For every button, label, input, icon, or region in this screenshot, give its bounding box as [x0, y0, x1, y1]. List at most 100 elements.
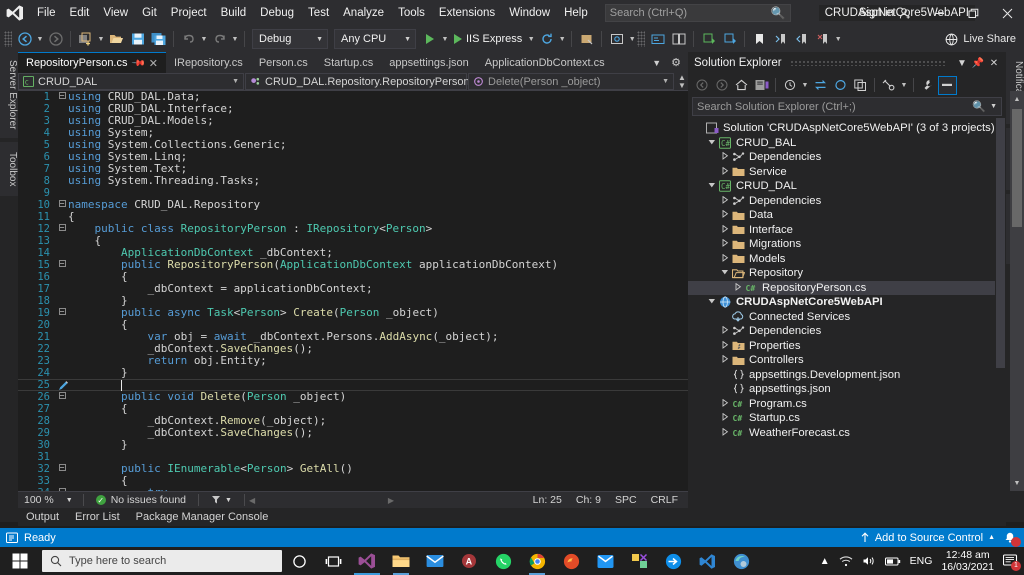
panel-drag-grip[interactable]: [789, 60, 946, 66]
solution-tree-item[interactable]: Connected Services: [688, 310, 1006, 325]
chevron-down-icon-11[interactable]: ▼: [990, 103, 997, 110]
undo-button[interactable]: [178, 28, 199, 50]
notification-bell-icon[interactable]: [1003, 530, 1021, 547]
menu-analyze[interactable]: Analyze: [336, 0, 391, 26]
properties-icon[interactable]: [918, 76, 937, 95]
tab-settings-icon[interactable]: ⚙: [666, 56, 686, 69]
menu-file[interactable]: File: [30, 0, 63, 26]
open-file-button[interactable]: [106, 28, 127, 50]
start-iis-express-button[interactable]: IIS Express: [450, 28, 526, 50]
menu-extensions[interactable]: Extensions: [432, 0, 502, 26]
restore-button[interactable]: [956, 0, 990, 26]
step-over-button[interactable]: [719, 28, 740, 50]
quick-launch-search[interactable]: Search (Ctrl+Q) 🔍: [604, 4, 791, 22]
fold-collapse-icon[interactable]: −: [56, 307, 68, 319]
collapse-all-icon[interactable]: [851, 76, 870, 95]
tab-person-cs[interactable]: Person.cs: [251, 52, 316, 73]
solution-explorer-scrollbar[interactable]: [995, 118, 1006, 508]
menu-git[interactable]: Git: [135, 0, 164, 26]
clear-bookmarks-button[interactable]: [812, 28, 833, 50]
editor-scroll-thumb[interactable]: [1012, 109, 1022, 227]
chevron-collapsed-icon[interactable]: [718, 224, 731, 235]
live-share-button[interactable]: Live Share: [945, 32, 1016, 46]
refresh-icon-2[interactable]: [831, 76, 850, 95]
sign-in-button[interactable]: Sign in: [849, 7, 922, 20]
redo-button[interactable]: [209, 28, 230, 50]
solution-tree-item[interactable]: C# Program.cs: [688, 397, 1006, 412]
code-line[interactable]: 25: [18, 379, 688, 391]
navbar-member-combo[interactable]: Delete(Person _object) ▼: [468, 73, 674, 90]
issues-indicator[interactable]: ✓ No issues found: [88, 494, 194, 506]
fold-collapse-icon[interactable]: −: [56, 91, 68, 103]
bookmark-button[interactable]: [749, 28, 770, 50]
outlook-icon[interactable]: [588, 547, 622, 575]
code-line[interactable]: 12− public class RepositoryPerson : IRep…: [18, 223, 688, 236]
show-all-files-icon[interactable]: [780, 76, 799, 95]
wifi-icon[interactable]: [839, 555, 853, 567]
task-view-icon[interactable]: [316, 547, 350, 575]
pin-icon[interactable]: 📌: [130, 55, 146, 71]
chevron-collapsed-icon[interactable]: [718, 238, 731, 249]
solution-configuration-combo[interactable]: Debug ▼: [252, 29, 328, 49]
zoom-level-combo[interactable]: 100 % ▼: [18, 494, 79, 506]
chevron-expanded-icon[interactable]: [705, 297, 718, 307]
fold-collapse-icon[interactable]: −: [56, 391, 68, 403]
chrome-icon[interactable]: [520, 547, 554, 575]
panel-tab-error-list[interactable]: Error List: [67, 508, 128, 526]
menu-help[interactable]: Help: [557, 0, 595, 26]
navbar-type-combo[interactable]: CRUD_DAL.Repository.RepositoryPerson ▼: [245, 73, 481, 90]
edge-icon[interactable]: [724, 547, 758, 575]
solution-tree-item[interactable]: Repository: [688, 266, 1006, 281]
undo-dropdown[interactable]: ▼: [199, 28, 209, 50]
solution-platform-combo[interactable]: Any CPU ▼: [334, 29, 416, 49]
start-debug-button[interactable]: [419, 28, 440, 50]
solution-tree-item[interactable]: Properties: [688, 339, 1006, 354]
chevron-collapsed-icon[interactable]: [731, 282, 744, 293]
menu-edit[interactable]: Edit: [63, 0, 97, 26]
prev-bookmark-button[interactable]: [770, 28, 791, 50]
navigate-back-button[interactable]: [14, 28, 35, 50]
line-ending-indicator[interactable]: CRLF: [651, 494, 678, 506]
prev-issue-arrow-icon[interactable]: ◀: [249, 496, 255, 505]
windows-start-icon[interactable]: [0, 547, 40, 575]
input-language-indicator[interactable]: ENG: [910, 555, 933, 567]
navigate-forward-button[interactable]: [45, 28, 66, 50]
panel-tab-package-manager-console[interactable]: Package Manager Console: [128, 508, 277, 526]
fold-collapse-icon[interactable]: −: [56, 199, 68, 211]
split-view-icon[interactable]: ▲ ▼: [676, 73, 688, 90]
chevron-down-icon-8[interactable]: ▼: [954, 58, 970, 69]
chevron-collapsed-icon[interactable]: [718, 195, 731, 206]
tab-irepository-cs[interactable]: IRepository.cs: [166, 52, 251, 73]
start-debug-dropdown[interactable]: ▼: [440, 28, 450, 50]
chevron-collapsed-icon[interactable]: [718, 412, 731, 423]
menu-view[interactable]: View: [96, 0, 135, 26]
solution-explorer-button[interactable]: [647, 28, 668, 50]
chevron-down-icon-9[interactable]: ▼: [800, 76, 810, 95]
solution-tree-item[interactable]: Data: [688, 208, 1006, 223]
solution-tree-item[interactable]: C# WeatherForecast.cs: [688, 426, 1006, 441]
tab-applicationdbcontext-cs[interactable]: ApplicationDbContext.cs: [477, 52, 613, 73]
sync-with-active-doc-icon[interactable]: [811, 76, 830, 95]
menu-window[interactable]: Window: [502, 0, 557, 26]
close-icon[interactable]: ✕: [149, 57, 158, 70]
next-bookmark-button[interactable]: [791, 28, 812, 50]
step-into-button[interactable]: [698, 28, 719, 50]
panel-tab-output[interactable]: Output: [18, 508, 67, 526]
close-button[interactable]: [990, 0, 1024, 26]
chevron-collapsed-icon[interactable]: [718, 427, 731, 438]
menu-tools[interactable]: Tools: [391, 0, 432, 26]
next-issue-arrow-icon[interactable]: ▶: [388, 496, 400, 505]
solution-tree-item[interactable]: Dependencies: [688, 150, 1006, 165]
chevron-up-icon-2[interactable]: ▲: [820, 556, 830, 567]
solution-tree-item[interactable]: Service: [688, 165, 1006, 180]
access-icon[interactable]: A: [452, 547, 486, 575]
preview-selected-items-icon[interactable]: [879, 76, 898, 95]
chevron-expanded-icon[interactable]: [705, 138, 718, 148]
firefox-icon[interactable]: [554, 547, 588, 575]
chevron-collapsed-icon[interactable]: [718, 166, 731, 177]
taskbar-search-input[interactable]: Type here to search: [42, 550, 282, 572]
chevron-collapsed-icon[interactable]: [718, 151, 731, 162]
taskbar-clock[interactable]: 12:48 am 16/03/2021: [941, 549, 994, 573]
new-project-dropdown[interactable]: ▼: [96, 28, 106, 50]
code-line[interactable]: 10− namespace CRUD_DAL.Repository: [18, 199, 688, 212]
